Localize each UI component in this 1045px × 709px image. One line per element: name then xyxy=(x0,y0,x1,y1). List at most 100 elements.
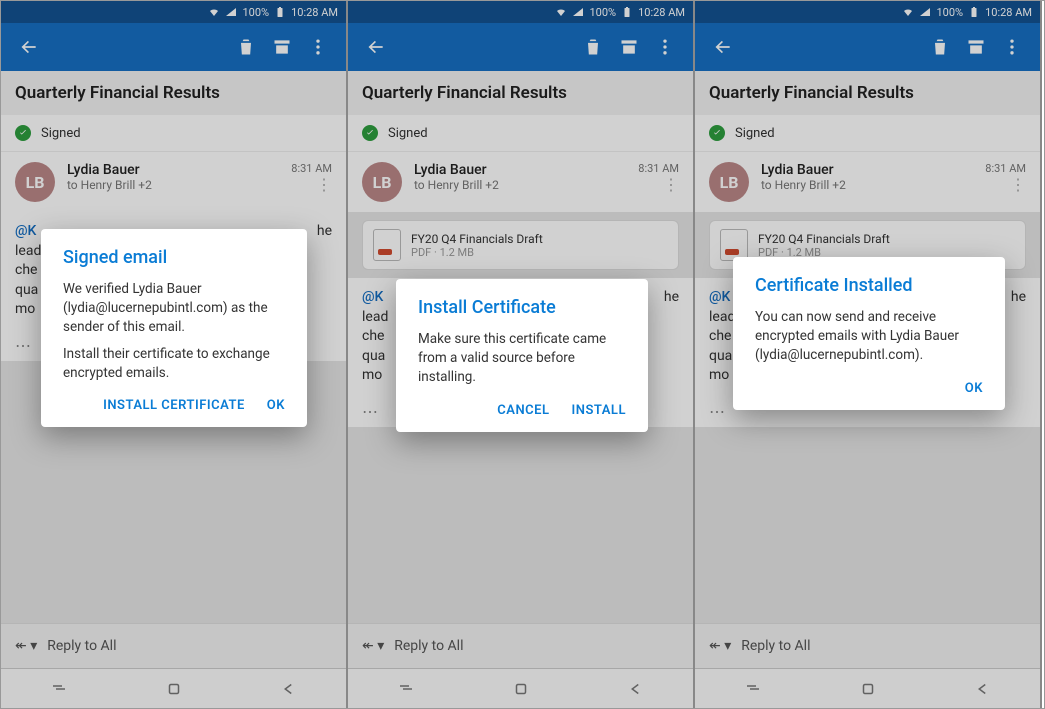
dialog-body-1: Make sure this certificate came from a v… xyxy=(418,330,626,387)
signal-icon xyxy=(919,6,931,18)
nav-home[interactable] xyxy=(857,678,879,700)
dialog-certificate-installed: Certificate Installed You can now send a… xyxy=(733,257,1005,410)
clock-text: 10:28 AM xyxy=(985,6,1032,19)
dialog-title: Signed email xyxy=(63,247,285,268)
delete-button[interactable] xyxy=(922,29,958,65)
body-mention: @K xyxy=(362,289,383,305)
android-nav-bar xyxy=(348,668,693,708)
sender-recipients: to Henry Brill +2 xyxy=(67,178,279,192)
reply-bar[interactable]: ↞ ▾ Reply to All xyxy=(348,623,693,668)
signal-icon xyxy=(572,6,584,18)
sender-name: Lydia Bauer xyxy=(761,162,973,178)
dialog-signed-email: Signed email We verified Lydia Bauer (ly… xyxy=(41,229,307,427)
nav-recents[interactable] xyxy=(742,678,764,700)
archive-button[interactable] xyxy=(611,29,647,65)
sender-row[interactable]: LB Lydia Bauer to Henry Brill +2 8:31 AM… xyxy=(695,151,1040,212)
battery-icon xyxy=(274,6,286,18)
wifi-icon xyxy=(555,6,567,18)
nav-recents[interactable] xyxy=(48,678,70,700)
nav-back[interactable] xyxy=(278,678,300,700)
install-certificate-button[interactable]: INSTALL CERTIFICATE xyxy=(103,398,245,413)
body-left-edge: lead che qua mo xyxy=(709,309,735,384)
email-subject: Quarterly Financial Results xyxy=(348,71,693,115)
app-bar xyxy=(348,23,693,71)
wifi-icon xyxy=(902,6,914,18)
reply-all-icon: ↞ ▾ xyxy=(709,638,731,654)
back-button[interactable] xyxy=(11,29,47,65)
back-button[interactable] xyxy=(358,29,394,65)
attachment-meta: PDF · 1.2 MB xyxy=(411,246,543,259)
message-overflow-icon[interactable]: ⋮ xyxy=(985,175,1026,194)
reply-bar[interactable]: ↞ ▾ Reply to All xyxy=(695,623,1040,668)
overflow-button[interactable] xyxy=(300,29,336,65)
signed-row[interactable]: Signed xyxy=(348,115,693,151)
signed-row[interactable]: Signed xyxy=(1,115,346,151)
screen-2: 100% 10:28 AM Quarterly Financial Result… xyxy=(348,1,695,708)
archive-button[interactable] xyxy=(958,29,994,65)
app-bar xyxy=(1,23,346,71)
verified-badge-icon xyxy=(709,125,725,141)
app-bar xyxy=(695,23,1040,71)
sender-row[interactable]: LB Lydia Bauer to Henry Brill +2 8:31 AM… xyxy=(1,151,346,212)
nav-home[interactable] xyxy=(510,678,532,700)
signed-row[interactable]: Signed xyxy=(695,115,1040,151)
install-button[interactable]: INSTALL xyxy=(572,403,626,418)
reply-all-icon: ↞ ▾ xyxy=(362,638,384,654)
nav-recents[interactable] xyxy=(395,678,417,700)
reply-bar[interactable]: ↞ ▾ Reply to All xyxy=(1,623,346,668)
verified-badge-icon xyxy=(362,125,378,141)
sender-recipients: to Henry Brill +2 xyxy=(761,178,973,192)
status-bar: 100% 10:28 AM xyxy=(348,1,693,23)
email-time: 8:31 AM xyxy=(985,162,1026,175)
attachment-name: FY20 Q4 Financials Draft xyxy=(758,232,890,246)
dialog-body-2: Install their certificate to exchange en… xyxy=(63,345,285,383)
body-mention: @K xyxy=(709,289,730,305)
email-time: 8:31 AM xyxy=(291,162,332,175)
delete-button[interactable] xyxy=(228,29,264,65)
sender-avatar: LB xyxy=(15,162,55,202)
battery-percent: 100% xyxy=(242,6,269,19)
nav-back[interactable] xyxy=(972,678,994,700)
email-subject: Quarterly Financial Results xyxy=(695,71,1040,115)
battery-percent: 100% xyxy=(936,6,963,19)
status-bar: 100% 10:28 AM xyxy=(695,1,1040,23)
signed-label: Signed xyxy=(388,126,428,141)
signal-icon xyxy=(225,6,237,18)
ok-button[interactable]: OK xyxy=(267,398,285,413)
body-right-edge: he xyxy=(653,288,679,308)
battery-percent: 100% xyxy=(589,6,616,19)
back-button[interactable] xyxy=(705,29,741,65)
reply-label: Reply to All xyxy=(47,638,116,654)
archive-button[interactable] xyxy=(264,29,300,65)
wifi-icon xyxy=(208,6,220,18)
verified-badge-icon xyxy=(15,125,31,141)
email-time: 8:31 AM xyxy=(638,162,679,175)
overflow-button[interactable] xyxy=(994,29,1030,65)
signed-label: Signed xyxy=(735,126,775,141)
nav-back[interactable] xyxy=(625,678,647,700)
dialog-title: Certificate Installed xyxy=(755,275,983,296)
sender-avatar: LB xyxy=(362,162,402,202)
cancel-button[interactable]: CANCEL xyxy=(497,403,549,418)
reply-label: Reply to All xyxy=(741,638,810,654)
screen-1: 100% 10:28 AM Quarterly Financial Result… xyxy=(1,1,348,708)
signed-label: Signed xyxy=(41,126,81,141)
delete-button[interactable] xyxy=(575,29,611,65)
sender-row[interactable]: LB Lydia Bauer to Henry Brill +2 8:31 AM… xyxy=(348,151,693,212)
ok-button[interactable]: OK xyxy=(965,381,983,396)
sender-name: Lydia Bauer xyxy=(67,162,279,178)
body-right-edge: he xyxy=(306,222,332,242)
pdf-icon xyxy=(373,229,401,261)
attachment-card[interactable]: FY20 Q4 Financials Draft PDF · 1.2 MB xyxy=(362,220,679,270)
sender-name: Lydia Bauer xyxy=(414,162,626,178)
overflow-button[interactable] xyxy=(647,29,683,65)
message-overflow-icon[interactable]: ⋮ xyxy=(291,175,332,194)
email-subject: Quarterly Financial Results xyxy=(1,71,346,115)
nav-home[interactable] xyxy=(163,678,185,700)
sender-avatar: LB xyxy=(709,162,749,202)
android-nav-bar xyxy=(1,668,346,708)
status-bar: 100% 10:28 AM xyxy=(1,1,346,23)
reply-all-icon: ↞ ▾ xyxy=(15,638,37,654)
message-overflow-icon[interactable]: ⋮ xyxy=(638,175,679,194)
attachment-name: FY20 Q4 Financials Draft xyxy=(411,232,543,246)
